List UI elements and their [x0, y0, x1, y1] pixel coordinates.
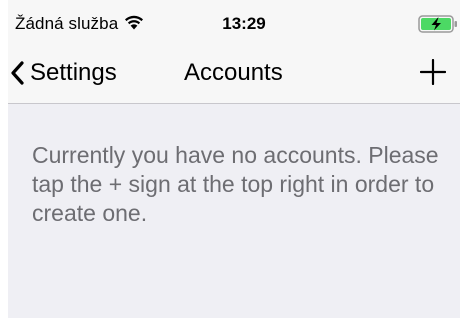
status-bar: Žádná služba 13:29 — [8, 0, 460, 44]
accounts-content: Currently you have no accounts. Please t… — [8, 104, 460, 318]
plus-icon[interactable] — [420, 59, 446, 85]
app-frame: Žádná služba 13:29 Settings Accounts Cur… — [8, 0, 460, 318]
carrier-label: Žádná služba — [15, 14, 119, 33]
navigation-bar: Settings Accounts — [8, 44, 460, 104]
page-title: Accounts — [184, 59, 283, 86]
battery-charging-icon — [418, 15, 457, 33]
empty-state-message: Currently you have no accounts. Please t… — [32, 142, 439, 226]
chevron-left-icon — [11, 61, 24, 85]
back-button-label: Settings — [30, 59, 117, 86]
wifi-icon — [125, 15, 143, 30]
back-button[interactable]: Settings — [10, 56, 117, 90]
